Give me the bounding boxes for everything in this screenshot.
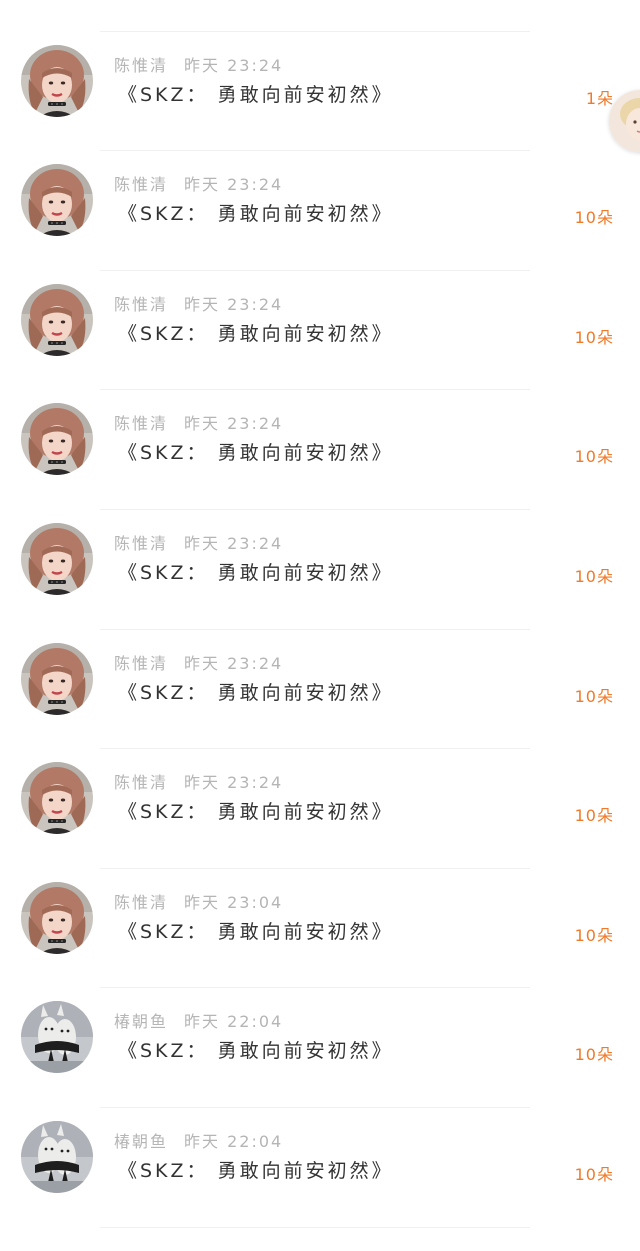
message-meta: 陈惟清 昨天 23:24	[114, 410, 283, 434]
username[interactable]: 椿朝鱼	[114, 1132, 168, 1151]
message-row[interactable]: 陈惟清 昨天 23:24 《SKZ： 勇敢向前安初然》 10朵	[0, 749, 640, 869]
username[interactable]: 陈惟清	[114, 893, 168, 912]
message-meta: 陈惟清 昨天 23:24	[114, 171, 283, 195]
user-avatar[interactable]	[21, 44, 93, 117]
username[interactable]: 陈惟清	[114, 414, 168, 433]
flower-count: 10朵	[574, 686, 614, 706]
timestamp: 昨天 23:04	[184, 892, 284, 912]
flower-count: 10朵	[574, 447, 614, 467]
message-title[interactable]: 《SKZ： 勇敢向前安初然》	[118, 1036, 394, 1063]
message-title[interactable]: 《SKZ： 勇敢向前安初然》	[118, 678, 394, 705]
username[interactable]: 椿朝鱼	[114, 1012, 168, 1031]
user-avatar[interactable]	[21, 1120, 93, 1193]
flower-count: 1朵	[585, 88, 614, 108]
username[interactable]: 陈惟清	[114, 654, 168, 673]
timestamp: 昨天 23:24	[184, 653, 284, 673]
user-avatar[interactable]	[21, 642, 93, 715]
message-title[interactable]: 《SKZ： 勇敢向前安初然》	[118, 80, 394, 107]
message-row[interactable]: 陈惟清昨天 23:24《SKZ： 勇敢向前安初然》1朵	[0, 0, 640, 32]
username[interactable]: 陈惟清	[114, 56, 168, 75]
message-meta: 陈惟清 昨天 23:24	[114, 650, 283, 674]
message-meta: 陈惟清 昨天 23:04	[114, 889, 283, 913]
message-row[interactable]: 陈惟清 昨天 23:24 《SKZ： 勇敢向前安初然》 10朵	[0, 510, 640, 630]
message-row[interactable]: 椿朝鱼 昨天 22:04 《SKZ： 勇敢向前安初然》 10朵	[0, 988, 640, 1108]
message-title[interactable]: 《SKZ： 勇敢向前安初然》	[118, 438, 394, 465]
message-meta: 椿朝鱼 昨天 22:04	[114, 1008, 283, 1032]
message-row[interactable]: 陈惟清 昨天 23:24 《SKZ： 勇敢向前安初然》 10朵	[0, 271, 640, 391]
user-avatar[interactable]	[21, 522, 93, 595]
username[interactable]: 陈惟清	[114, 295, 168, 314]
row-divider	[100, 1226, 530, 1228]
user-avatar[interactable]	[21, 283, 93, 356]
message-title[interactable]: 《SKZ： 勇敢向前安初然》	[118, 797, 394, 824]
message-row[interactable]: 陈惟清昨天 23:24 《SKZ： 勇敢向前安初然》 1朵	[0, 32, 640, 152]
message-row[interactable]: 陈惟清 昨天 23:04 《SKZ： 勇敢向前安初然》 10朵	[0, 869, 640, 989]
timestamp: 昨天 22:04	[184, 1131, 284, 1151]
message-meta: 陈惟清 昨天 23:24	[114, 769, 283, 793]
user-avatar[interactable]	[21, 762, 93, 835]
user-avatar[interactable]	[21, 881, 93, 954]
message-row[interactable]: 陈惟清 昨天 23:24 《SKZ： 勇敢向前安初然》 10朵	[0, 630, 640, 750]
user-avatar[interactable]	[21, 1001, 93, 1074]
message-title[interactable]: 《SKZ： 勇敢向前安初然》	[118, 917, 394, 944]
flower-count: 10朵	[574, 1045, 614, 1065]
timestamp: 昨天 23:24	[184, 414, 284, 434]
gift-message-list: 陈惟清 昨天 23:24 《SKZ： 勇敢向前安初然》 1朵 陈惟清 昨天 23:24 《…	[0, 0, 640, 1228]
message-meta: 椿朝鱼 昨天 22:04	[114, 1128, 283, 1152]
timestamp: 昨天 23:24	[184, 55, 284, 75]
flower-count: 10朵	[574, 566, 614, 586]
flower-count: 10朵	[574, 925, 614, 945]
flower-count: 10朵	[574, 1164, 614, 1184]
message-meta: 陈惟清 昨天 23:24	[114, 291, 283, 315]
timestamp: 昨天 23:24	[184, 294, 284, 314]
message-meta: 陈惟清 昨天 23:24	[114, 52, 283, 76]
message-title[interactable]: 《SKZ： 勇敢向前安初然》	[118, 558, 394, 585]
message-title[interactable]: 《SKZ： 勇敢向前安初然》	[118, 1156, 394, 1183]
message-title[interactable]: 《SKZ： 勇敢向前安初然》	[118, 319, 394, 346]
timestamp: 昨天 23:24	[184, 533, 284, 553]
username[interactable]: 陈惟清	[114, 534, 168, 553]
timestamp: 昨天 23:24	[184, 175, 284, 195]
username[interactable]: 陈惟清	[114, 175, 168, 194]
flower-count: 10朵	[574, 327, 614, 347]
timestamp: 昨天 23:24	[184, 773, 284, 793]
message-row[interactable]: 椿朝鱼 昨天 22:04 《SKZ： 勇敢向前安初然》 10朵	[0, 1108, 640, 1228]
flower-count: 10朵	[574, 208, 614, 228]
message-meta: 陈惟清 昨天 23:24	[114, 530, 283, 554]
user-avatar[interactable]	[21, 164, 93, 237]
timestamp: 昨天 22:04	[184, 1012, 284, 1032]
message-title[interactable]: 《SKZ： 勇敢向前安初然》	[118, 199, 394, 226]
flower-count: 10朵	[574, 806, 614, 826]
message-row[interactable]: 陈惟清 昨天 23:24 《SKZ： 勇敢向前安初然》 10朵	[0, 390, 640, 510]
user-avatar[interactable]	[21, 403, 93, 476]
username[interactable]: 陈惟清	[114, 773, 168, 792]
message-row[interactable]: 陈惟清 昨天 23:24 《SKZ： 勇敢向前安初然》 10朵	[0, 151, 640, 271]
